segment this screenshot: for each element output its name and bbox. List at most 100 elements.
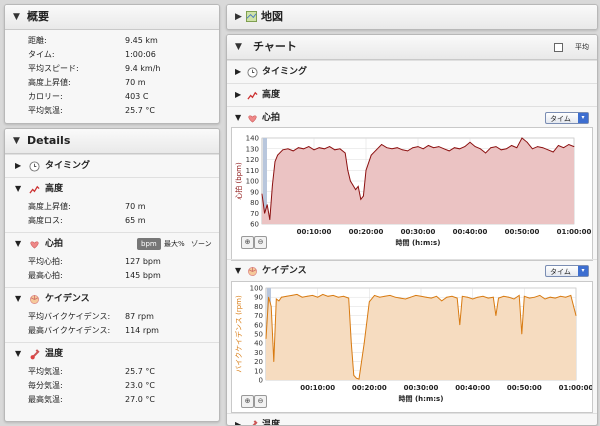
cadence-icon [30, 295, 39, 304]
data-point [268, 296, 269, 298]
data-point [513, 298, 515, 300]
data-point [350, 180, 351, 182]
y-tick-label: 90 [250, 188, 259, 196]
collapse-triangle-icon: ▼ [15, 184, 22, 193]
stat-label: 高度上昇値: [28, 202, 71, 211]
data-point [532, 148, 533, 150]
data-point [511, 145, 512, 146]
cadence-x-axis-dropdown[interactable]: タイム ▾ [545, 265, 589, 277]
chart-heart-section[interactable]: ▼ 心拍 タイム ▾ [227, 106, 597, 129]
x-tick-label: 00:20:00 [352, 384, 387, 392]
stat-label: 最高気温: [28, 395, 63, 404]
y-tick-label: 130 [246, 145, 259, 153]
heart-label: 心拍 [45, 239, 64, 249]
data-point [521, 333, 523, 335]
elevation-icon [247, 91, 258, 100]
heart-chart-area: 60 70 80 90 100 110 120 130 140 00:10:00 00:20:00 0… [231, 127, 593, 261]
data-point [508, 296, 510, 298]
chart-elevation-label: 高度 [262, 90, 281, 100]
data-point [464, 146, 466, 147]
collapse-triangle-icon: ▼ [235, 266, 242, 275]
details-timing-section[interactable]: ▶ タイミング [5, 154, 219, 177]
details-temperature-section[interactable]: ▼ 温度 [5, 342, 219, 365]
data-point [308, 146, 310, 147]
dropdown-arrow-icon: ▾ [578, 266, 588, 276]
chart-timing-label: タイミング [262, 67, 308, 77]
chart-timing-section[interactable]: ▶ タイミング [227, 60, 597, 83]
cadence-chart-area: 0 10 20 30 40 50 60 70 80 90 100 00:10:00 00:20:00 00… [231, 281, 594, 413]
x-tick-label: 01:00:00 [559, 384, 592, 392]
clock-icon [29, 161, 40, 172]
thermometer-icon [30, 349, 40, 360]
data-point [287, 148, 289, 150]
data-point [448, 150, 450, 152]
data-point [352, 184, 354, 186]
zoom-in-icon[interactable]: ⊕ [241, 236, 254, 249]
stat-label: 最高バイクケイデンス: [28, 326, 111, 335]
data-point [327, 295, 329, 297]
stat-label: タイム: [28, 50, 55, 59]
average-checkbox[interactable] [554, 43, 563, 52]
summary-header[interactable]: ▼ 概要 [5, 5, 219, 30]
heart-x-axis-dropdown[interactable]: タイム ▾ [545, 112, 589, 124]
data-point [451, 295, 453, 297]
chart-temperature-section[interactable]: ▶ 温度 [227, 413, 597, 426]
data-point [560, 295, 561, 297]
temperature-label: 温度 [45, 349, 64, 359]
data-point [516, 147, 518, 149]
data-point [523, 295, 525, 297]
data-point [261, 193, 263, 195]
data-point [492, 296, 494, 298]
data-point [459, 148, 460, 150]
zoom-out-icon[interactable]: ⊖ [254, 236, 267, 249]
stat-value: 9.45 km [125, 36, 158, 45]
data-point [518, 294, 520, 296]
stat-value: 114 rpm [125, 326, 159, 335]
y-axis-label: バイクケイデンス (rpm) [234, 295, 243, 373]
chart-cadence-label: ケイデンス [262, 266, 307, 276]
zoom-in-icon[interactable]: ⊕ [241, 395, 254, 408]
y-tick-label: 50 [254, 331, 263, 339]
details-heart-section[interactable]: ▼ 心拍 bpm 最大% ゾーン [5, 232, 219, 255]
heart-tab-zone[interactable]: ゾーン [191, 233, 212, 255]
zoom-out-icon[interactable]: ⊖ [254, 395, 267, 408]
charts-header[interactable]: ▼ チャート 平均 [227, 35, 597, 60]
data-point [353, 375, 355, 376]
data-point [430, 297, 432, 299]
y-tick-label: 80 [250, 199, 259, 207]
elevation-icon [29, 185, 40, 194]
data-point [405, 298, 406, 300]
data-point [347, 169, 349, 171]
expand-triangle-icon: ▶ [235, 420, 242, 426]
elevation-label: 高度 [45, 184, 64, 194]
data-point [456, 297, 458, 299]
y-tick-label: 120 [246, 156, 259, 164]
chart-elevation-section[interactable]: ▶ 高度 [227, 83, 597, 106]
y-tick-label: 70 [254, 312, 263, 320]
details-header[interactable]: ▼ Details [5, 129, 219, 154]
charts-panel: ▼ チャート 平均 ▶ タイミング ▶ 高度 ▼ 心拍 タイム ▾ 60 70 80 9… [226, 34, 598, 426]
data-point [312, 294, 313, 296]
heart-tab-max-percent[interactable]: 最大% [164, 233, 185, 255]
details-panel: ▼ Details ▶ タイミング ▼ 高度 高度上昇値: 70 m 高度ロス: 65… [4, 128, 220, 422]
clock-icon [247, 67, 258, 78]
stat-value: 65 m [125, 216, 146, 225]
heart-icon [248, 115, 257, 123]
summary-title: 概要 [27, 10, 49, 23]
data-point [379, 296, 381, 298]
heart-tab-bpm[interactable]: bpm [137, 238, 161, 250]
data-point [355, 189, 356, 190]
data-point [485, 152, 486, 154]
expand-triangle-icon: ▶ [235, 90, 242, 99]
stat-value: 25.7 °C [125, 106, 155, 115]
stat-row: 最高気温: 27.0 °C [5, 393, 219, 407]
stat-value: 70 m [125, 202, 146, 211]
map-header[interactable]: ▶ 地図 [227, 5, 597, 29]
chart-cadence-section[interactable]: ▼ ケイデンス タイム ▾ [227, 259, 597, 282]
data-point [420, 295, 422, 297]
details-cadence-section[interactable]: ▼ ケイデンス [5, 287, 219, 310]
data-point [529, 297, 530, 299]
stat-row: 最高バイクケイデンス: 114 rpm [5, 324, 219, 338]
data-point [332, 294, 334, 296]
details-elevation-section[interactable]: ▼ 高度 [5, 177, 219, 200]
